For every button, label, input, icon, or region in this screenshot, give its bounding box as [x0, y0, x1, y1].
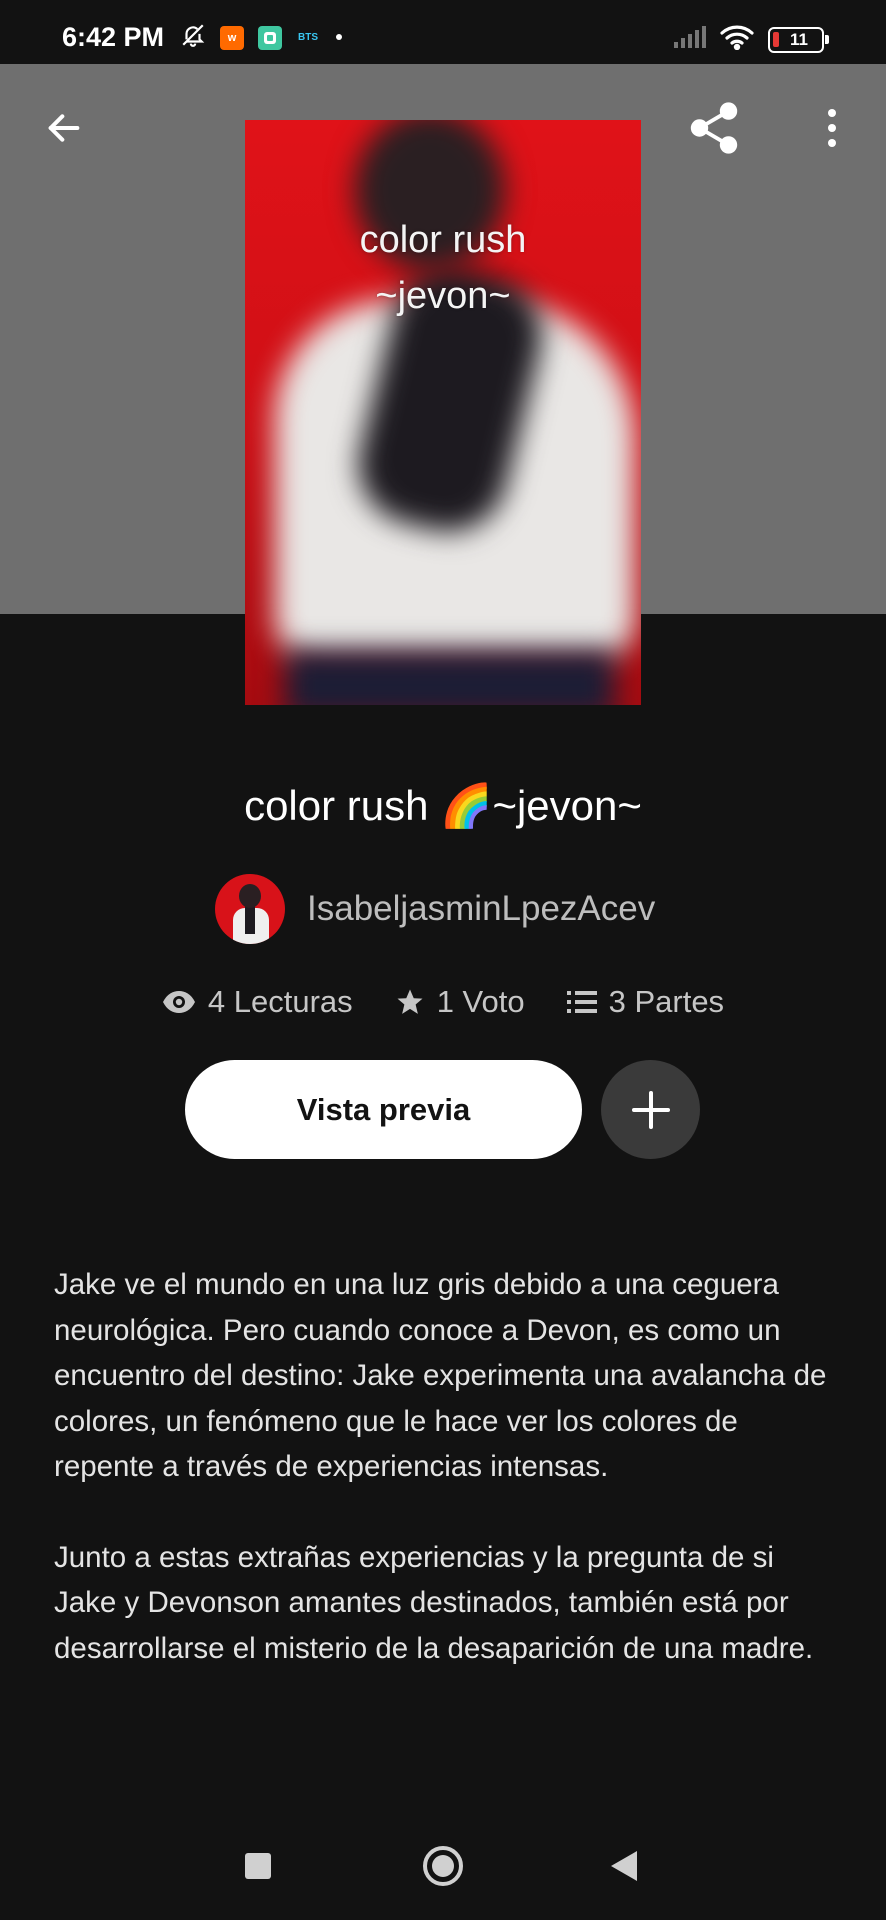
more-options-button[interactable]	[800, 96, 864, 160]
star-icon	[397, 989, 423, 1014]
preview-button[interactable]: Vista previa	[185, 1060, 582, 1159]
cover-art-pants	[285, 650, 615, 705]
bts-icon: BTS	[296, 25, 320, 50]
dot-icon	[334, 29, 344, 47]
status-time: 6:42 PM	[62, 22, 165, 52]
reads-count: 4 Lecturas	[207, 984, 353, 1019]
author-name[interactable]: IsabeljasminLpezAcev	[307, 889, 655, 929]
system-icons: 11	[672, 24, 829, 55]
parts-count: 3 Partes	[608, 984, 725, 1019]
notification-icons: w BTS	[180, 22, 344, 53]
triangle-back-icon	[611, 1851, 637, 1881]
author-link[interactable]: IsabeljasminLpezAcev	[215, 874, 655, 944]
cover-title-line1: color rush	[359, 219, 527, 261]
more-vertical-icon	[828, 109, 836, 147]
share-icon	[690, 102, 738, 154]
story-cover[interactable]: color rush ~jevon~	[245, 120, 641, 705]
list-icon	[566, 991, 597, 1013]
parts-stat: 3 Partes	[566, 984, 725, 1020]
cover-title: color rush ~jevon~	[245, 212, 641, 324]
recents-button[interactable]	[226, 1834, 290, 1898]
share-button[interactable]	[680, 94, 748, 162]
square-icon	[245, 1853, 271, 1879]
cover-title-line2: ~jevon~	[375, 275, 511, 317]
signal-icon	[672, 25, 706, 54]
plus-icon	[631, 1090, 670, 1129]
back-button[interactable]	[32, 96, 96, 160]
votes-stat: 1 Voto	[395, 984, 525, 1020]
mute-icon	[180, 22, 206, 53]
story-stats: 4 Lecturas 1 Voto 3 Partes	[0, 984, 886, 1020]
description-paragraph: Junto a estas extrañas experiencias y la…	[54, 1540, 814, 1665]
description-paragraph: Jake ve el mundo en una luz gris debido …	[54, 1268, 827, 1483]
reads-stat: 4 Lecturas	[162, 984, 353, 1020]
circle-icon	[423, 1846, 463, 1886]
battery-icon: 11	[768, 26, 829, 53]
status-bar: 6:42 PM w BTS 11	[0, 0, 886, 64]
nav-back-button[interactable]	[592, 1834, 656, 1898]
author-avatar[interactable]	[215, 874, 285, 944]
votes-count: 1 Voto	[436, 984, 525, 1019]
battery-level: 11	[790, 29, 808, 49]
app-w-icon: w	[220, 25, 244, 50]
home-button[interactable]	[411, 1834, 475, 1898]
system-navigation-bar	[0, 1812, 886, 1920]
eye-icon	[162, 991, 195, 1013]
arrow-left-icon	[48, 114, 80, 142]
story-title: color rush 🌈~jevon~	[244, 782, 642, 829]
app-green-icon	[258, 25, 282, 50]
add-to-library-button[interactable]	[601, 1060, 700, 1159]
wifi-icon	[720, 24, 754, 55]
story-description: Jake ve el mundo en una luz gris debido …	[54, 1262, 844, 1671]
